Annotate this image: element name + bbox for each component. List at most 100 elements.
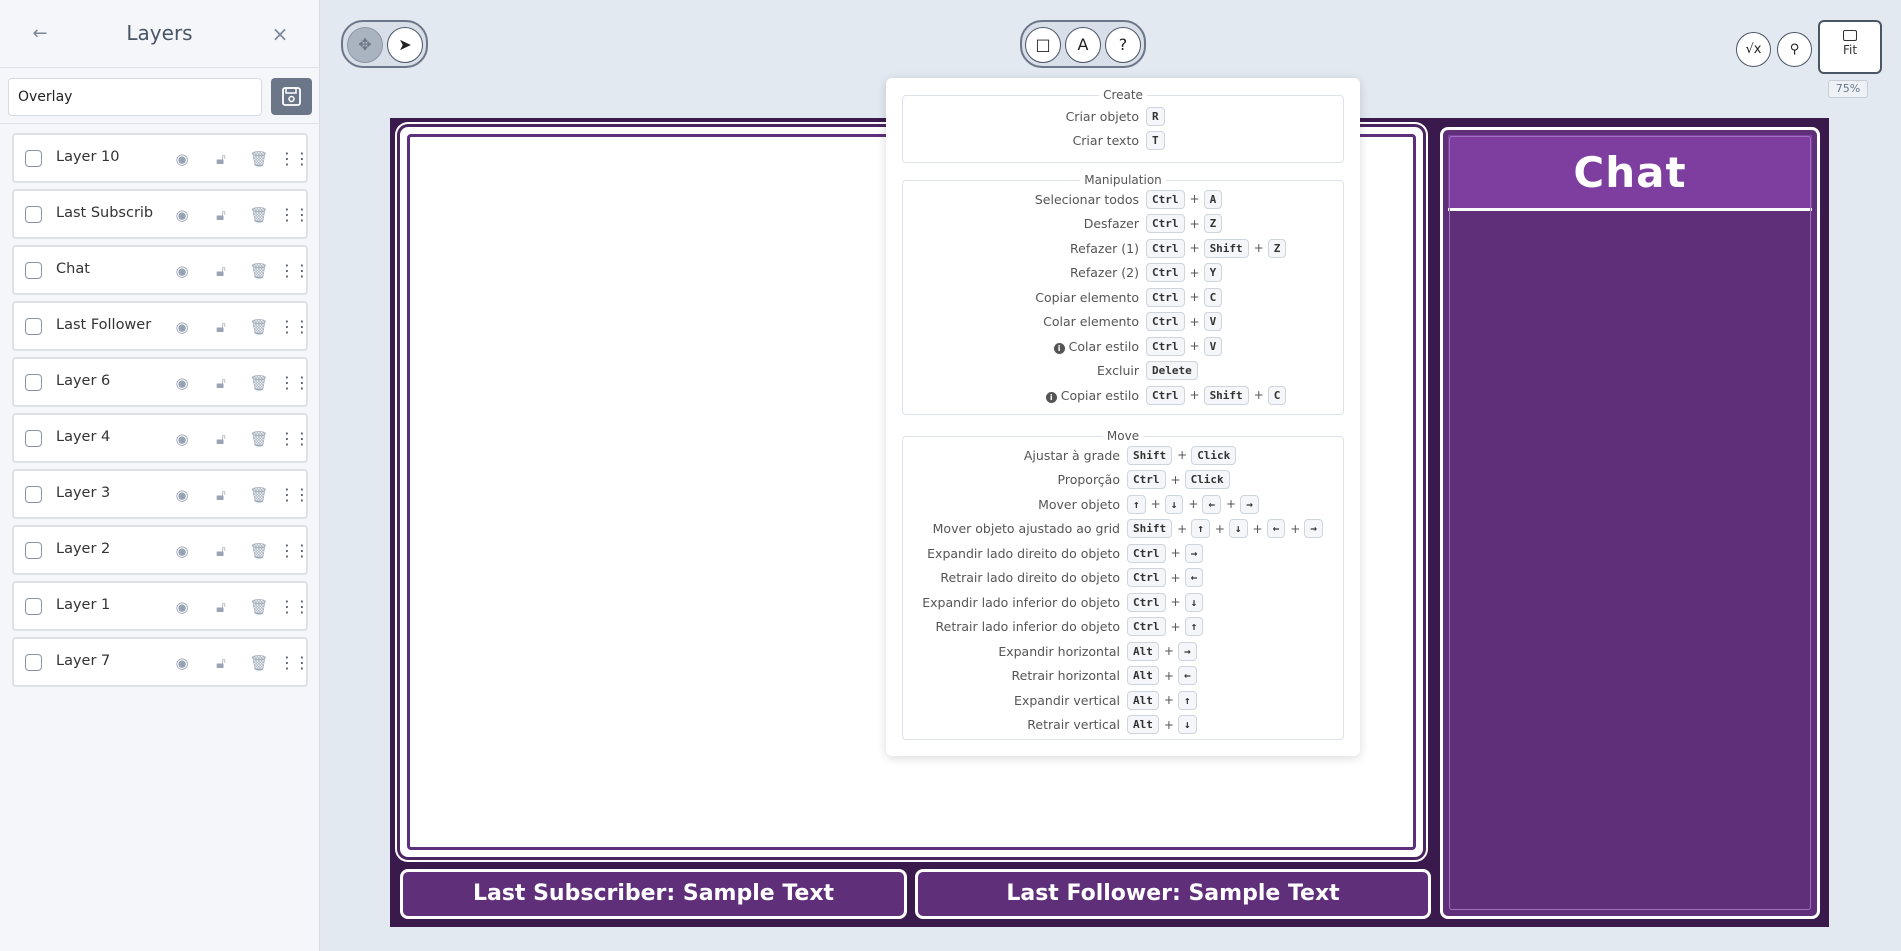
- keycap: Ctrl: [1127, 543, 1166, 563]
- unlock-icon[interactable]: 🔓︎: [210, 484, 232, 506]
- eye-icon[interactable]: ◉: [171, 372, 193, 394]
- save-button[interactable]: [271, 78, 312, 115]
- eye-icon[interactable]: ◉: [171, 484, 193, 506]
- layer-checkbox[interactable]: [25, 318, 42, 335]
- layer-checkbox[interactable]: [25, 430, 42, 447]
- eye-icon[interactable]: ◉: [171, 596, 193, 618]
- trash-icon[interactable]: 🗑︎: [248, 204, 270, 226]
- keycap: Alt: [1127, 666, 1159, 685]
- layer-name[interactable]: Layer 4: [56, 429, 156, 445]
- eye-icon[interactable]: ◉: [171, 652, 193, 674]
- shortcut-keys: Ctrl + V: [1146, 336, 1225, 356]
- layer-item[interactable]: Layer 3 ◉ 🔓︎ 🗑︎ ⋮⋮: [12, 469, 310, 519]
- layer-name[interactable]: Last Follower: [56, 317, 156, 333]
- layer-item[interactable]: Layer 1 ◉ 🔓︎ 🗑︎ ⋮⋮: [12, 581, 310, 631]
- trash-icon[interactable]: 🗑︎: [248, 316, 270, 338]
- drag-handle-icon[interactable]: ⋮⋮: [279, 316, 310, 338]
- trash-icon[interactable]: 🗑︎: [248, 260, 270, 282]
- trash-icon[interactable]: 🗑︎: [248, 540, 270, 562]
- layers-list: Layer 10 ◉ 🔓︎ 🗑︎ ⋮⋮ Last Subscrib ◉ 🔓︎ 🗑︎ ⋮⋮ Chat ◉…: [12, 133, 310, 693]
- eye-icon[interactable]: ◉: [171, 428, 193, 450]
- trash-icon[interactable]: 🗑︎: [248, 372, 270, 394]
- close-icon[interactable]: ×: [268, 22, 292, 46]
- layer-item[interactable]: Last Subscrib ◉ 🔓︎ 🗑︎ ⋮⋮: [12, 189, 310, 239]
- trash-icon[interactable]: 🗑︎: [248, 148, 270, 170]
- drag-handle-icon[interactable]: ⋮⋮: [279, 204, 310, 226]
- help-button[interactable]: ?: [1105, 27, 1141, 63]
- drag-handle-icon[interactable]: ⋮⋮: [279, 260, 310, 282]
- eye-icon[interactable]: ◉: [171, 316, 193, 338]
- zoom-level: 75%: [1828, 80, 1868, 98]
- sidebar-header: ← Layers ×: [0, 0, 319, 68]
- shortcut-keys: Delete: [1146, 361, 1201, 380]
- layer-name[interactable]: Chat: [56, 261, 156, 277]
- unlock-icon[interactable]: 🔓︎: [210, 260, 232, 282]
- shortcut-label: Refazer (2): [1070, 265, 1139, 280]
- text-tool-button[interactable]: A: [1065, 27, 1101, 63]
- formula-button[interactable]: √x: [1736, 32, 1771, 67]
- layer-checkbox[interactable]: [25, 262, 42, 279]
- layer-name[interactable]: Layer 10: [56, 149, 156, 165]
- unlock-icon[interactable]: 🔓︎: [210, 372, 232, 394]
- eye-icon[interactable]: ◉: [171, 540, 193, 562]
- trash-icon[interactable]: 🗑︎: [248, 596, 270, 618]
- layer-name[interactable]: Layer 6: [56, 373, 156, 389]
- drag-handle-icon[interactable]: ⋮⋮: [279, 428, 310, 450]
- trash-icon[interactable]: 🗑︎: [248, 652, 270, 674]
- rectangle-tool-button[interactable]: □: [1025, 27, 1061, 63]
- layer-checkbox[interactable]: [25, 542, 42, 559]
- layer-name[interactable]: Layer 3: [56, 485, 156, 501]
- layer-item[interactable]: Last Follower ◉ 🔓︎ 🗑︎ ⋮⋮: [12, 301, 310, 351]
- drag-handle-icon[interactable]: ⋮⋮: [279, 596, 310, 618]
- share-button[interactable]: ⚲: [1777, 32, 1812, 67]
- shortcut-label: Ajustar à grade: [1024, 448, 1120, 463]
- shortcut-section-manipulation: Manipulation Selecionar todos Ctrl + A Desfaz…: [902, 173, 1344, 415]
- text-icon: A: [1077, 35, 1089, 54]
- fit-button[interactable]: Fit: [1818, 20, 1882, 74]
- unlock-icon[interactable]: 🔓︎: [210, 148, 232, 170]
- unlock-icon[interactable]: 🔓︎: [210, 204, 232, 226]
- drag-handle-icon[interactable]: ⋮⋮: [279, 372, 310, 394]
- unlock-icon[interactable]: 🔓︎: [210, 316, 232, 338]
- keycap: Delete: [1146, 361, 1198, 380]
- drag-handle-icon[interactable]: ⋮⋮: [279, 484, 310, 506]
- layer-item[interactable]: Layer 2 ◉ 🔓︎ 🗑︎ ⋮⋮: [12, 525, 310, 575]
- overlay-name-input[interactable]: [8, 78, 262, 116]
- layer-checkbox[interactable]: [25, 374, 42, 391]
- move-tool-button[interactable]: ✥: [347, 27, 383, 63]
- layer-name[interactable]: Layer 2: [56, 541, 156, 557]
- last-subscriber-layer[interactable]: Last Subscriber: Sample Text: [400, 869, 907, 919]
- eye-icon[interactable]: ◉: [171, 260, 193, 282]
- layer-checkbox[interactable]: [25, 486, 42, 503]
- unlock-icon[interactable]: 🔓︎: [210, 596, 232, 618]
- layer-name[interactable]: Layer 7: [56, 653, 156, 669]
- unlock-icon[interactable]: 🔓︎: [210, 540, 232, 562]
- layer-item[interactable]: Layer 10 ◉ 🔓︎ 🗑︎ ⋮⋮: [12, 133, 310, 183]
- layer-checkbox[interactable]: [25, 598, 42, 615]
- layer-name[interactable]: Layer 1: [56, 597, 156, 613]
- section-title-text: Move: [1102, 429, 1144, 443]
- layer-checkbox[interactable]: [25, 654, 42, 671]
- select-tool-button[interactable]: ➤: [387, 27, 423, 63]
- layer-checkbox[interactable]: [25, 150, 42, 167]
- trash-icon[interactable]: 🗑︎: [248, 484, 270, 506]
- drag-handle-icon[interactable]: ⋮⋮: [279, 540, 310, 562]
- chat-layer[interactable]: Chat: [1440, 127, 1820, 919]
- eye-icon[interactable]: ◉: [171, 148, 193, 170]
- layer-item[interactable]: Chat ◉ 🔓︎ 🗑︎ ⋮⋮: [12, 245, 310, 295]
- drag-handle-icon[interactable]: ⋮⋮: [279, 148, 310, 170]
- shortcut-row: Criar objeto R: [903, 106, 1343, 126]
- drag-handle-icon[interactable]: ⋮⋮: [279, 652, 310, 674]
- shortcut-keys: Ctrl + →: [1127, 543, 1206, 563]
- eye-icon[interactable]: ◉: [171, 204, 193, 226]
- last-follower-layer[interactable]: Last Follower: Sample Text: [915, 869, 1431, 919]
- layer-name[interactable]: Last Subscrib: [56, 205, 156, 221]
- layer-item[interactable]: Layer 4 ◉ 🔓︎ 🗑︎ ⋮⋮: [12, 413, 310, 463]
- layer-item[interactable]: Layer 6 ◉ 🔓︎ 🗑︎ ⋮⋮: [12, 357, 310, 407]
- layer-item[interactable]: Layer 7 ◉ 🔓︎ 🗑︎ ⋮⋮: [12, 637, 310, 687]
- shortcut-label-text: Expandir vertical: [1014, 692, 1120, 708]
- unlock-icon[interactable]: 🔓︎: [210, 428, 232, 450]
- unlock-icon[interactable]: 🔓︎: [210, 652, 232, 674]
- layer-checkbox[interactable]: [25, 206, 42, 223]
- trash-icon[interactable]: 🗑︎: [248, 428, 270, 450]
